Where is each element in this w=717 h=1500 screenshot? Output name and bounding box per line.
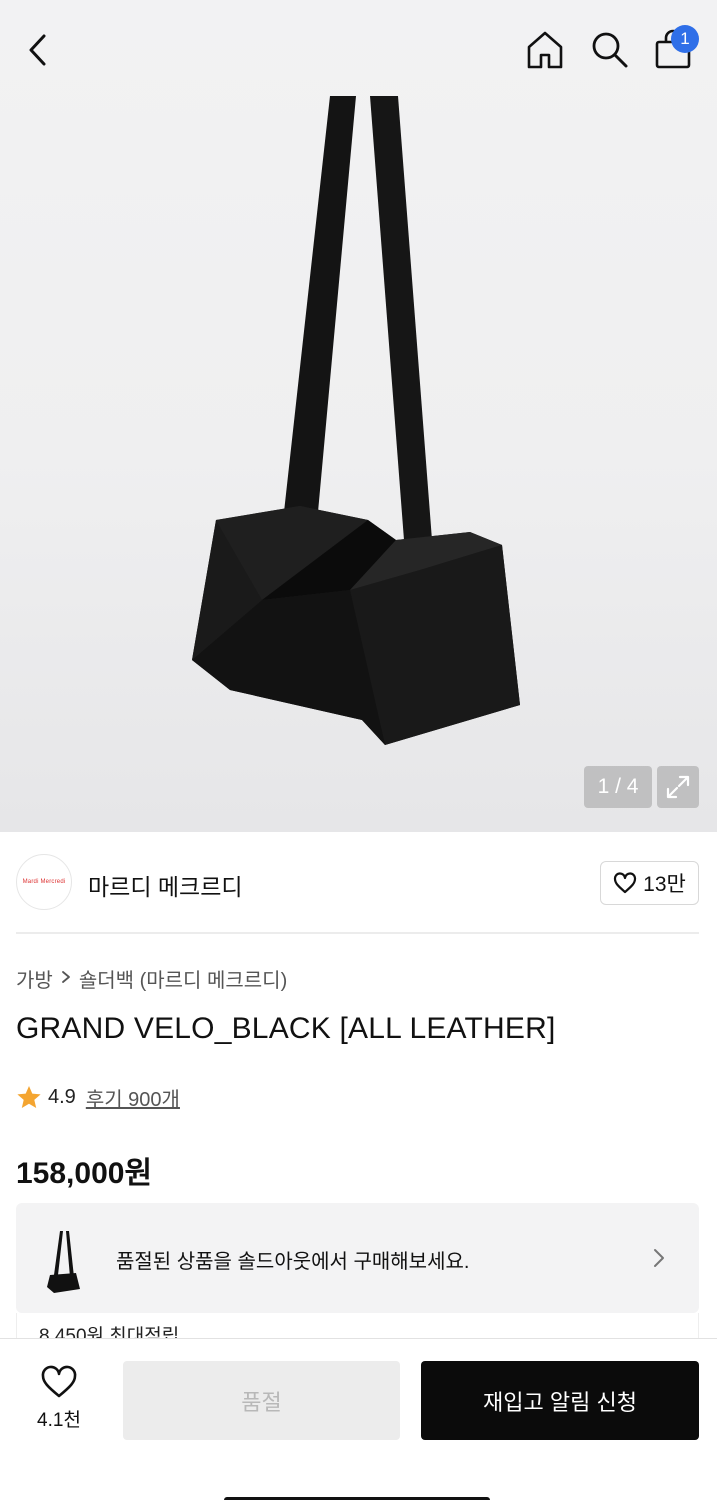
breadcrumb-item[interactable]: 숄더백 (마르디 메크르디)	[79, 964, 287, 993]
bag-thumbnail	[47, 1231, 80, 1293]
rating-row: 4.9 후기 900개	[16, 1083, 180, 1112]
wishlist-count: 4.1천	[37, 1410, 81, 1431]
heart-icon	[614, 872, 637, 894]
search-icon	[592, 32, 628, 68]
bottom-action-bar: 4.1천 품절 재입고 알림 신청	[0, 1338, 717, 1500]
product-image	[192, 96, 520, 745]
image-counter: 1 / 4	[584, 766, 652, 808]
soldout-button: 품절	[123, 1361, 400, 1440]
back-button[interactable]	[18, 28, 58, 72]
home-icon	[527, 31, 563, 69]
brand-name[interactable]: 마르디 메크르디	[88, 868, 243, 902]
breadcrumb: 가방 숄더백 (마르디 메크르디)	[16, 964, 287, 993]
brand-logo[interactable]: Mardi Mercredi	[16, 854, 72, 910]
search-button[interactable]	[586, 26, 632, 72]
chevron-left-icon	[29, 34, 46, 66]
brand-like-count: 13만	[643, 873, 686, 896]
product-image-gallery[interactable]: 1 1 / 4	[0, 0, 717, 832]
soldout-promo-banner[interactable]: 품절된 상품을 솔드아웃에서 구매해보세요.	[16, 1203, 699, 1313]
heart-icon	[41, 1365, 77, 1398]
brand-row[interactable]: Mardi Mercredi 마르디 메크르디 13만	[0, 832, 717, 932]
product-title: GRAND VELO_BLACK [ALL LEATHER]	[16, 1012, 556, 1045]
chevron-right-icon	[61, 967, 71, 990]
restock-alert-button[interactable]: 재입고 알림 신청	[421, 1361, 699, 1440]
promo-text: 품절된 상품을 솔드아웃에서 구매해보세요.	[116, 1251, 470, 1273]
home-button[interactable]	[522, 26, 568, 72]
star-icon	[17, 1086, 41, 1108]
product-price: 158,000원	[16, 1157, 153, 1190]
rating-score: 4.9	[48, 1086, 76, 1108]
cart-count-badge: 1	[671, 25, 699, 53]
divider	[16, 932, 699, 934]
expand-icon	[666, 775, 690, 799]
expand-image-button[interactable]	[657, 766, 699, 808]
reviews-link[interactable]: 후기 900개	[86, 1083, 180, 1112]
breadcrumb-item[interactable]: 가방	[16, 964, 53, 993]
brand-logo-text: Mardi Mercredi	[22, 879, 66, 885]
brand-like-button[interactable]: 13만	[600, 861, 699, 905]
wishlist-button[interactable]: 4.1천	[24, 1365, 94, 1437]
chevron-right-icon	[654, 1249, 664, 1267]
